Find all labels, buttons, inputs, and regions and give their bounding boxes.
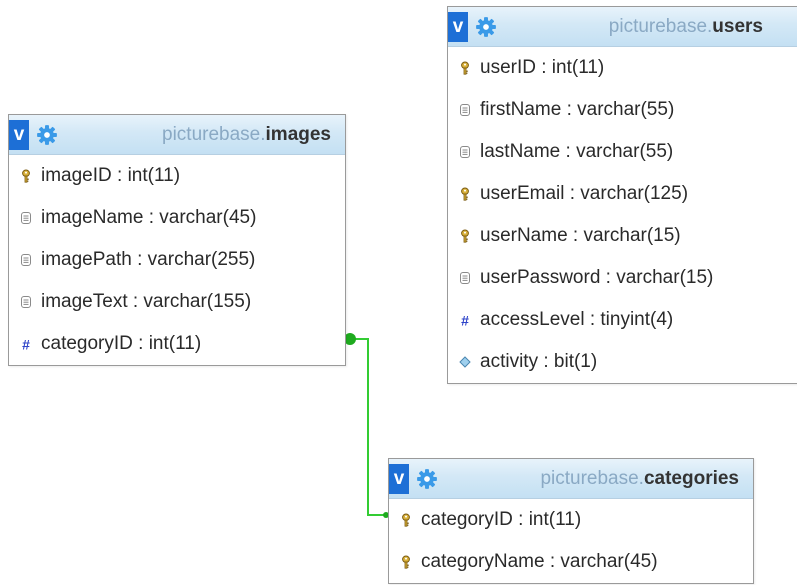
column-icon xyxy=(21,296,31,308)
column-label: categoryID : int(11) xyxy=(41,333,202,354)
gear-icon[interactable] xyxy=(475,16,497,38)
table-title[interactable]: picturebase.users xyxy=(609,7,763,47)
table-name: users xyxy=(712,16,763,37)
table-column[interactable]: userID : int(11) xyxy=(448,47,797,89)
column-label: categoryID : int(11) xyxy=(421,509,582,530)
table-column[interactable]: categoryName : varchar(45) xyxy=(389,541,753,583)
table-column[interactable]: lastName : varchar(55) xyxy=(448,131,797,173)
key-icon xyxy=(402,513,410,527)
table-column[interactable]: activity : bit(1) xyxy=(448,341,797,383)
table-users[interactable]: v picturebase.users userID : int(11) firs… xyxy=(447,6,797,384)
table-column[interactable]: userEmail : varchar(125) xyxy=(448,173,797,215)
table-column[interactable]: imageName : varchar(45) xyxy=(9,197,345,239)
relation-line xyxy=(348,338,387,516)
column-label: userName : varchar(15) xyxy=(480,225,681,246)
svg-text:#: # xyxy=(22,337,30,351)
column-label: imagePath : varchar(255) xyxy=(41,249,256,270)
table-name: categories xyxy=(643,468,739,489)
table-column[interactable]: imageID : int(11) xyxy=(9,155,345,197)
table-title[interactable]: picturebase.categories xyxy=(540,459,739,499)
table-categories[interactable]: v picturebase.categories categoryID : in… xyxy=(388,458,754,584)
table-column[interactable]: # categoryID : int(11) xyxy=(9,323,345,365)
table-column[interactable]: # accessLevel : tinyint(4) xyxy=(448,299,797,341)
column-icon xyxy=(460,104,470,116)
db-name: picturebase. xyxy=(540,468,644,489)
column-list: categoryID : int(11) categoryName : varch… xyxy=(389,499,753,583)
column-label: userPassword : varchar(15) xyxy=(480,267,714,288)
collapse-button[interactable]: v xyxy=(389,464,409,494)
column-label: categoryName : varchar(45) xyxy=(421,551,658,572)
column-icon xyxy=(21,254,31,266)
column-label: firstName : varchar(55) xyxy=(480,99,675,120)
column-label: imageName : varchar(45) xyxy=(41,207,257,228)
column-label: accessLevel : tinyint(4) xyxy=(480,309,674,330)
column-label: activity : bit(1) xyxy=(480,351,598,372)
key-icon xyxy=(402,555,410,569)
table-name: images xyxy=(265,124,331,145)
column-label: userID : int(11) xyxy=(480,57,605,78)
key-icon xyxy=(461,229,469,243)
table-header[interactable]: v picturebase.users xyxy=(448,7,797,47)
table-header[interactable]: v picturebase.categories xyxy=(389,459,753,499)
gear-icon[interactable] xyxy=(36,124,58,146)
table-title[interactable]: picturebase.images xyxy=(162,115,331,155)
table-column[interactable]: imagePath : varchar(255) xyxy=(9,239,345,281)
table-column[interactable]: categoryID : int(11) xyxy=(389,499,753,541)
key-icon xyxy=(22,169,30,183)
db-name: picturebase. xyxy=(162,124,266,145)
table-column[interactable]: userName : varchar(15) xyxy=(448,215,797,257)
column-label: userEmail : varchar(125) xyxy=(480,183,689,204)
column-label: lastName : varchar(55) xyxy=(480,141,674,162)
column-list: userID : int(11) firstName : varchar(55) l… xyxy=(448,47,797,383)
column-icon xyxy=(21,212,31,224)
key-icon xyxy=(461,187,469,201)
collapse-button[interactable]: v xyxy=(9,120,29,150)
column-icon xyxy=(460,146,470,158)
column-icon xyxy=(460,272,470,284)
column-list: imageID : int(11) imageName : varchar(45)… xyxy=(9,155,345,365)
table-column[interactable]: userPassword : varchar(15) xyxy=(448,257,797,299)
table-column[interactable]: firstName : varchar(55) xyxy=(448,89,797,131)
column-label: imageID : int(11) xyxy=(41,165,181,186)
gear-icon[interactable] xyxy=(416,468,438,490)
table-header[interactable]: v picturebase.images xyxy=(9,115,345,155)
numeric-column-icon: # xyxy=(461,313,469,327)
key-icon xyxy=(461,61,469,75)
table-column[interactable]: imageText : varchar(155) xyxy=(9,281,345,323)
column-label: imageText : varchar(155) xyxy=(41,291,252,312)
db-name: picturebase. xyxy=(608,16,713,37)
bit-column-icon xyxy=(459,356,471,368)
svg-text:#: # xyxy=(461,313,469,327)
table-images[interactable]: v picturebase.images imageID : int(11) im… xyxy=(8,114,346,366)
collapse-button[interactable]: v xyxy=(448,12,468,42)
numeric-column-icon: # xyxy=(22,337,30,351)
